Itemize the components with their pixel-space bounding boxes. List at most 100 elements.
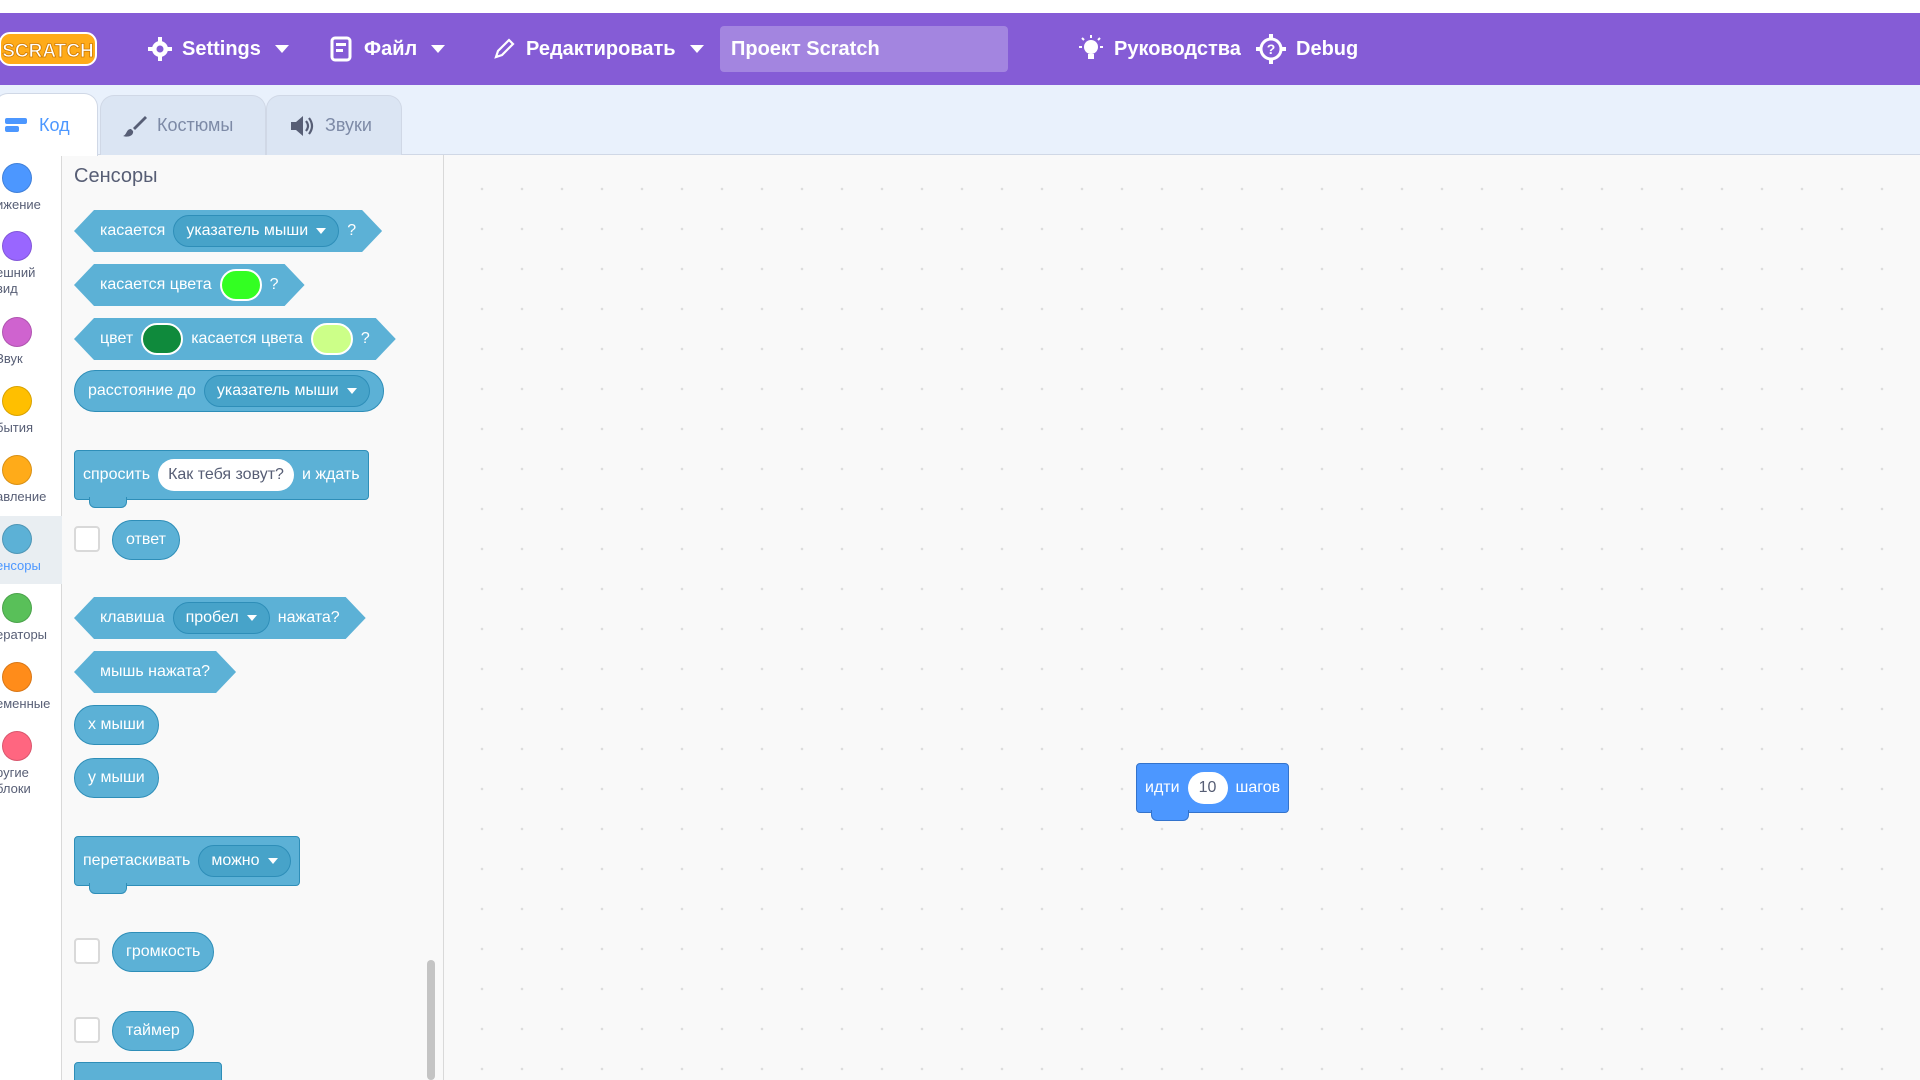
- category-sound[interactable]: Звук: [0, 309, 62, 377]
- tab-code[interactable]: Код: [0, 93, 98, 156]
- block-text: касается цвета: [191, 330, 303, 347]
- settings-menu[interactable]: Settings: [148, 13, 289, 85]
- steps-input[interactable]: 10: [1187, 772, 1228, 804]
- chevron-down-icon: [689, 45, 704, 53]
- loudness-monitor-checkbox[interactable]: [74, 938, 100, 964]
- menu-value: указатель мыши: [186, 222, 309, 239]
- palette-scrollbar[interactable]: [427, 960, 435, 1080]
- touching-block[interactable]: касается указатель мыши ?: [74, 209, 382, 253]
- key-pressed-block[interactable]: клавиша пробел нажата?: [74, 596, 366, 640]
- set-drag-mode-block[interactable]: перетаскивать можно: [74, 836, 300, 894]
- block-text: перетаскивать: [83, 852, 191, 869]
- category-operators[interactable]: ераторы: [0, 585, 62, 653]
- pencil-icon: [494, 38, 515, 59]
- svg-text:?: ?: [1267, 41, 1276, 57]
- distance-menu[interactable]: указатель мыши: [203, 375, 370, 407]
- menu-value: можно: [211, 852, 260, 869]
- tab-costumes-label: Костюмы: [157, 115, 234, 135]
- block-text: цвет: [100, 330, 134, 347]
- file-icon: [330, 36, 352, 62]
- category-motion[interactable]: ижение: [0, 155, 62, 223]
- category-label: бытия: [0, 420, 34, 435]
- block-text: громкость: [126, 943, 201, 960]
- mouse-x-block[interactable]: х мыши: [74, 703, 159, 747]
- color-swatch[interactable]: [311, 323, 353, 355]
- chevron-down-icon: [247, 615, 257, 621]
- mouse-y-block[interactable]: у мыши: [74, 756, 159, 800]
- category-events[interactable]: бытия: [0, 378, 62, 446]
- key-menu[interactable]: пробел: [173, 602, 270, 634]
- category-my-blocks[interactable]: ругие блоки: [0, 723, 62, 796]
- move-steps-block[interactable]: идти 10 шагов: [1136, 763, 1290, 821]
- category-menu: ижение ешний вид Звук бытия авление енсо…: [0, 155, 62, 1080]
- category-label: ругие блоки: [0, 765, 31, 796]
- tab-code-label: Код: [39, 114, 70, 135]
- scratch-logo[interactable]: SCRATCH: [0, 29, 98, 69]
- debug-button[interactable]: ? Debug: [1256, 13, 1358, 85]
- category-dot: [2, 386, 32, 416]
- touching-color-block[interactable]: касается цвета ?: [74, 263, 305, 307]
- tab-costumes[interactable]: Костюмы: [100, 95, 266, 155]
- mouse-down-block[interactable]: мышь нажата?: [74, 650, 236, 694]
- category-dot: [2, 231, 32, 261]
- lightbulb-icon: [1079, 35, 1103, 59]
- settings-label: Settings: [182, 37, 261, 60]
- answer-block[interactable]: ответ: [112, 518, 180, 562]
- tutorials-button[interactable]: Руководства: [1078, 13, 1241, 85]
- svg-text:SCRATCH: SCRATCH: [2, 41, 93, 62]
- category-dot: [2, 593, 32, 623]
- block-text: клавиша: [100, 609, 165, 626]
- project-title-input[interactable]: Проект Scratch: [720, 26, 1008, 72]
- menu-value: пробел: [185, 609, 239, 626]
- loudness-block[interactable]: громкость: [112, 930, 215, 974]
- reset-timer-block-partial[interactable]: [74, 1062, 222, 1080]
- menu-value: указатель мыши: [216, 382, 339, 399]
- file-label: Файл: [364, 37, 418, 60]
- speaker-icon: [291, 115, 314, 136]
- block-text: касается: [100, 222, 166, 239]
- chevron-down-icon: [346, 388, 357, 394]
- edit-menu[interactable]: Редактировать: [492, 13, 704, 85]
- category-control[interactable]: авление: [0, 447, 62, 515]
- category-sensing[interactable]: енсоры: [0, 516, 62, 584]
- category-label: ераторы: [0, 627, 48, 642]
- question-mark: ?: [269, 276, 279, 293]
- drag-mode-menu[interactable]: можно: [198, 845, 291, 877]
- brush-icon: [123, 115, 147, 137]
- file-menu[interactable]: Файл: [330, 13, 446, 85]
- scratch-editor: SCRATCH Settings Файл Редактировать Прое…: [0, 0, 1920, 1080]
- block-text: таймер: [126, 1022, 180, 1039]
- block-text: спросить: [83, 466, 151, 483]
- code-workspace[interactable]: идти 10 шагов: [444, 155, 1920, 1080]
- tab-sounds[interactable]: Звуки: [266, 95, 402, 155]
- color-touching-color-block[interactable]: цвет касается цвета ?: [74, 317, 396, 361]
- timer-block[interactable]: таймер: [112, 1009, 194, 1053]
- distance-to-block[interactable]: расстояние до указатель мыши: [74, 369, 384, 413]
- category-dot: [2, 317, 32, 347]
- question-mark: ?: [360, 330, 370, 347]
- editor-tabs: Код Костюмы Звуки: [0, 85, 1920, 156]
- block-text: расстояние до: [88, 382, 196, 399]
- category-dot: [2, 731, 32, 761]
- touching-menu[interactable]: указатель мыши: [173, 215, 339, 247]
- color-swatch[interactable]: [220, 269, 262, 301]
- tutorials-label: Руководства: [1114, 37, 1241, 60]
- category-label: авление: [0, 489, 47, 504]
- ask-question-input[interactable]: Как тебя зовут?: [158, 459, 294, 491]
- edit-label: Редактировать: [526, 37, 676, 60]
- timer-monitor-checkbox[interactable]: [74, 1017, 100, 1043]
- palette-section-title: Сенсоры: [74, 165, 158, 187]
- category-label: Звук: [0, 351, 23, 366]
- category-dot: [2, 163, 32, 193]
- category-label: ешний вид: [0, 265, 36, 296]
- ask-and-wait-block[interactable]: спросить Как тебя зовут? и ждать: [74, 450, 369, 508]
- category-looks[interactable]: ешний вид: [0, 223, 62, 296]
- color-swatch[interactable]: [141, 323, 183, 355]
- chevron-down-icon: [267, 858, 278, 864]
- answer-monitor-checkbox[interactable]: [74, 526, 100, 552]
- category-variables[interactable]: еменные: [0, 654, 62, 722]
- tab-sounds-label: Звуки: [325, 115, 372, 135]
- chevron-down-icon: [274, 45, 289, 53]
- gear-icon: [148, 37, 172, 61]
- category-dot: [2, 662, 32, 692]
